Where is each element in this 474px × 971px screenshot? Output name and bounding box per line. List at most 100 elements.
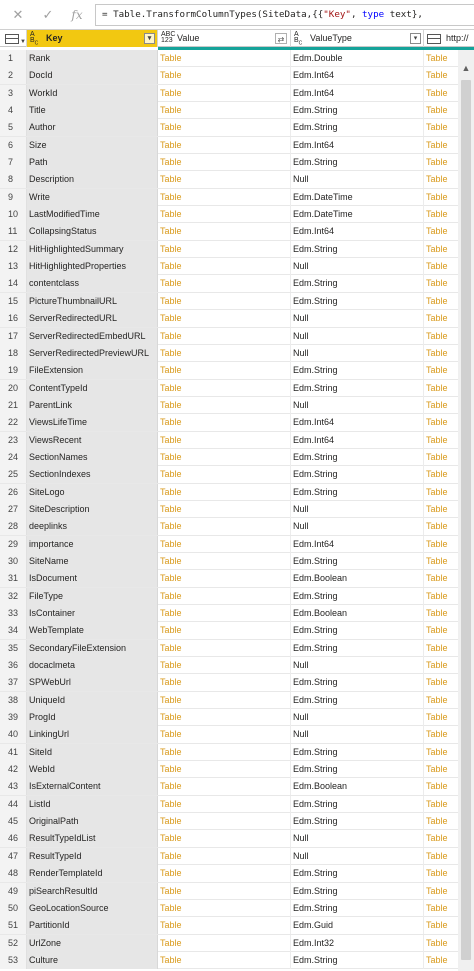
table-row[interactable]: 45 OriginalPath Table Edm.String Table	[0, 813, 458, 831]
expand-column-icon[interactable]: ⇄	[275, 33, 287, 44]
table-row[interactable]: 13 HitHighlightedProperties Table Null Table	[0, 258, 458, 276]
table-row[interactable]: 41 SiteId Table Edm.String Table	[0, 743, 458, 762]
table-row[interactable]: 34 WebTemplate Table Edm.String Table	[0, 622, 458, 640]
cell-http-link[interactable]: Table	[424, 761, 458, 778]
cell-value-link[interactable]: Table	[158, 639, 291, 657]
table-row[interactable]: 43 IsExternalContent Table Edm.Boolean Table	[0, 778, 458, 796]
cell-http-link[interactable]: Table	[424, 605, 458, 622]
cell-http-link[interactable]: Table	[424, 917, 458, 934]
cell-http-link[interactable]: Table	[424, 258, 458, 275]
cell-value-link[interactable]: Table	[158, 275, 291, 293]
table-row[interactable]: 7 Path Table Edm.String Table	[0, 154, 458, 172]
table-row[interactable]: 6 Size Table Edm.Int64 Table	[0, 136, 458, 155]
check-icon[interactable]: ✓	[40, 7, 56, 23]
table-row[interactable]: 4 Title Table Edm.String Table	[0, 102, 458, 120]
cell-value-link[interactable]: Table	[158, 223, 291, 241]
table-row[interactable]: 5 Author Table Edm.String Table	[0, 119, 458, 137]
cell-http-link[interactable]: Table	[424, 449, 458, 466]
table-row[interactable]: 15 PictureThumbnailURL Table Edm.String Tabl…	[0, 292, 458, 311]
cell-http-link[interactable]: Table	[424, 536, 458, 553]
cell-http-link[interactable]: Table	[424, 466, 458, 483]
cell-value-link[interactable]: Table	[158, 258, 291, 276]
cell-value-link[interactable]: Table	[158, 396, 291, 414]
table-row[interactable]: 16 ServerRedirectedURL Table Null Table	[0, 310, 458, 328]
table-row[interactable]: 46 ResultTypeIdList Table Null Table	[0, 830, 458, 848]
cell-value-link[interactable]: Table	[158, 552, 291, 570]
cell-http-link[interactable]: Table	[424, 484, 458, 501]
cell-value-link[interactable]: Table	[158, 778, 291, 796]
table-row[interactable]: 17 ServerRedirectedEmbedURL Table Null Table	[0, 327, 458, 345]
table-row[interactable]: 10 LastModifiedTime Table Edm.DateTime Table	[0, 206, 458, 224]
cell-value-link[interactable]: Table	[158, 570, 291, 588]
table-row[interactable]: 26 SiteLogo Table Edm.String Table	[0, 483, 458, 501]
cell-http-link[interactable]: Table	[424, 726, 458, 743]
cell-http-link[interactable]: Table	[424, 935, 458, 952]
table-row[interactable]: 22 ViewsLifeTime Table Edm.Int64 Table	[0, 414, 458, 432]
table-row[interactable]: 31 IsDocument Table Edm.Boolean Table	[0, 570, 458, 588]
cell-value-link[interactable]: Table	[158, 119, 291, 137]
cell-http-link[interactable]: Table	[424, 137, 458, 154]
cell-value-link[interactable]: Table	[158, 206, 291, 224]
cell-http-link[interactable]: Table	[424, 171, 458, 188]
table-row[interactable]: 29 importance Table Edm.Int64 Table	[0, 535, 458, 553]
cell-value-link[interactable]: Table	[158, 379, 291, 397]
table-row[interactable]: 21 ParentLink Table Null Table	[0, 396, 458, 415]
cell-value-link[interactable]: Table	[158, 136, 291, 154]
cell-value-link[interactable]: Table	[158, 605, 291, 622]
cell-value-link[interactable]: Table	[158, 466, 291, 484]
cell-value-link[interactable]: Table	[158, 709, 291, 727]
table-row[interactable]: 53 Culture Table Edm.String Table	[0, 951, 458, 970]
cell-value-link[interactable]: Table	[158, 674, 291, 692]
cell-value-link[interactable]: Table	[158, 934, 291, 952]
table-row[interactable]: 9 Write Table Edm.DateTime Table	[0, 188, 458, 207]
cell-http-link[interactable]: Table	[424, 189, 458, 206]
table-row[interactable]: 20 ContentTypeId Table Edm.String Table	[0, 379, 458, 397]
table-row[interactable]: 50 GeoLocationSource Table Edm.String Table	[0, 899, 458, 918]
column-header-valuetype[interactable]: A BC ValueType ▾	[291, 30, 424, 47]
cell-value-link[interactable]: Table	[158, 518, 291, 536]
cell-http-link[interactable]: Table	[424, 865, 458, 882]
table-row[interactable]: 8 Description Table Null Table	[0, 171, 458, 189]
cell-value-link[interactable]: Table	[158, 917, 291, 935]
table-row[interactable]: 44 ListId Table Edm.String Table	[0, 795, 458, 814]
cell-http-link[interactable]: Table	[424, 501, 458, 518]
cell-http-link[interactable]: Table	[424, 328, 458, 345]
cell-value-link[interactable]: Table	[158, 795, 291, 813]
cell-value-link[interactable]: Table	[158, 154, 291, 172]
table-row[interactable]: 37 SPWebUrl Table Edm.String Table	[0, 674, 458, 692]
text-type-icon[interactable]: A BC	[294, 31, 302, 46]
cell-http-link[interactable]: Table	[424, 883, 458, 900]
table-row[interactable]: 3 WorkId Table Edm.Int64 Table	[0, 84, 458, 103]
table-type-icon[interactable]	[427, 34, 441, 44]
cell-value-link[interactable]: Table	[158, 67, 291, 85]
cell-value-link[interactable]: Table	[158, 813, 291, 831]
cell-value-link[interactable]: Table	[158, 292, 291, 310]
table-row[interactable]: 27 SiteDescription Table Null Table	[0, 500, 458, 519]
cell-http-link[interactable]: Table	[424, 518, 458, 535]
scroll-up-icon[interactable]: ▲	[458, 62, 474, 74]
text-type-icon[interactable]: A BC	[30, 31, 38, 46]
cell-value-link[interactable]: Table	[158, 882, 291, 900]
cell-http-link[interactable]: Table	[424, 241, 458, 258]
cell-value-link[interactable]: Table	[158, 240, 291, 258]
column-header-http[interactable]: http://	[424, 30, 474, 47]
cell-http-link[interactable]: Table	[424, 223, 458, 240]
cell-http-link[interactable]: Table	[424, 345, 458, 362]
cell-value-link[interactable]: Table	[158, 500, 291, 518]
cell-http-link[interactable]: Table	[424, 952, 458, 969]
cell-http-link[interactable]: Table	[424, 397, 458, 414]
table-row[interactable]: 40 LinkingUrl Table Null Table	[0, 726, 458, 744]
cell-value-link[interactable]: Table	[158, 865, 291, 883]
cell-value-link[interactable]: Table	[158, 448, 291, 466]
cell-value-link[interactable]: Table	[158, 761, 291, 779]
cell-http-link[interactable]: Table	[424, 50, 458, 67]
table-row[interactable]: 42 WebId Table Edm.String Table	[0, 761, 458, 779]
table-row[interactable]: 30 SiteName Table Edm.String Table	[0, 552, 458, 571]
cell-http-link[interactable]: Table	[424, 657, 458, 674]
cell-value-link[interactable]: Table	[158, 327, 291, 345]
cell-http-link[interactable]: Table	[424, 570, 458, 587]
cell-http-link[interactable]: Table	[424, 310, 458, 327]
vertical-scrollbar[interactable]: ▲	[458, 50, 474, 971]
table-row[interactable]: 51 PartitionId Table Edm.Guid Table	[0, 917, 458, 935]
table-row[interactable]: 35 SecondaryFileExtension Table Edm.String T…	[0, 639, 458, 658]
